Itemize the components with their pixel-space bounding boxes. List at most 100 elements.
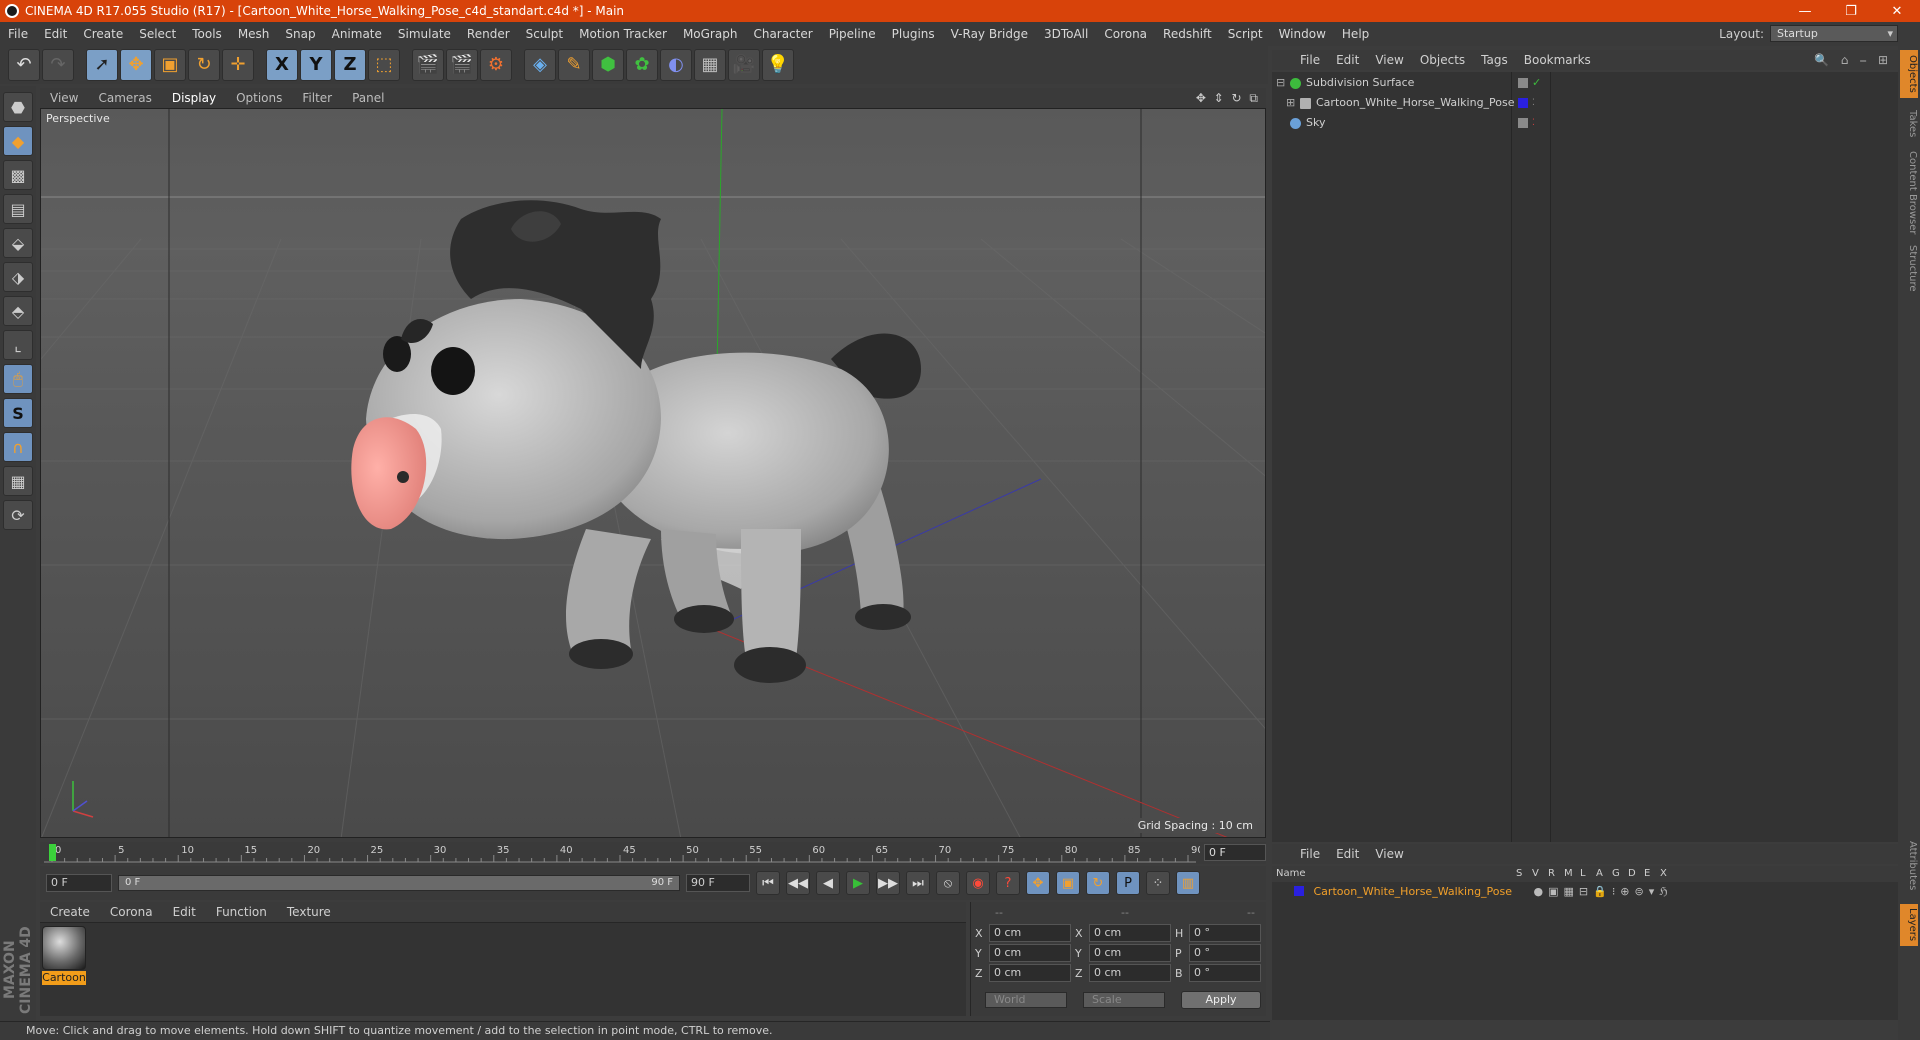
rotation-h-field[interactable]: 0 °: [1189, 924, 1261, 942]
tab-layers[interactable]: Layers: [1900, 904, 1918, 946]
menu-corona[interactable]: Corona: [1096, 27, 1155, 41]
layer-col-view[interactable]: V: [1532, 868, 1539, 879]
layer-col-generators[interactable]: G: [1612, 868, 1620, 879]
layer-col-xref[interactable]: X: [1660, 868, 1667, 879]
play-icon[interactable]: ▶: [846, 871, 870, 895]
select-icon[interactable]: ➚: [86, 49, 118, 81]
viewport-menu-options[interactable]: Options: [226, 91, 292, 105]
visibility-toggle[interactable]: [1518, 118, 1528, 128]
menu-window[interactable]: Window: [1271, 27, 1334, 41]
previous-key-icon[interactable]: ◀◀: [786, 871, 810, 895]
restore-button[interactable]: ❐: [1828, 0, 1874, 22]
timeline-playhead[interactable]: [49, 844, 56, 861]
redo-icon[interactable]: ↷: [42, 49, 74, 81]
layer-col-locked[interactable]: L: [1580, 868, 1586, 879]
visibility-toggle[interactable]: [1518, 78, 1528, 88]
undo-icon[interactable]: ↶: [8, 49, 40, 81]
menu-tools[interactable]: Tools: [184, 27, 230, 41]
lm-menu-view[interactable]: View: [1367, 847, 1411, 861]
material-menu-create[interactable]: Create: [40, 905, 100, 919]
viewport-menu-filter[interactable]: Filter: [292, 91, 342, 105]
object-row[interactable]: Sky ⁚: [1272, 114, 1898, 132]
points-mode-icon[interactable]: ⬙: [3, 228, 33, 258]
tab-content-browser[interactable]: Content Browser: [1900, 150, 1918, 236]
lock-workplane-icon[interactable]: ⟳: [3, 500, 33, 530]
menu-select[interactable]: Select: [131, 27, 184, 41]
rotate-icon[interactable]: ↻: [188, 49, 220, 81]
polygons-mode-icon[interactable]: ⬘: [3, 296, 33, 326]
axis-mode-icon[interactable]: ⌞: [3, 330, 33, 360]
tab-attributes[interactable]: Attributes: [1900, 836, 1918, 896]
position-x-field[interactable]: 0 cm: [989, 924, 1071, 942]
render-view-icon[interactable]: 🎬: [412, 49, 444, 81]
position-y-field[interactable]: 0 cm: [989, 944, 1071, 962]
enabled-check-icon[interactable]: ✓: [1532, 74, 1541, 92]
layer-color-swatch[interactable]: [1518, 98, 1528, 108]
light-icon[interactable]: 💡: [762, 49, 794, 81]
next-frame-icon[interactable]: ▶▶: [876, 871, 900, 895]
viewport-camera-label[interactable]: Perspective: [46, 112, 110, 125]
apply-button[interactable]: Apply: [1181, 991, 1261, 1009]
menu-3dtoall[interactable]: 3DToAll: [1036, 27, 1096, 41]
menu-redshift[interactable]: Redshift: [1155, 27, 1220, 41]
layer-col-manager[interactable]: M: [1564, 868, 1573, 879]
viewport-menu-view[interactable]: View: [40, 91, 88, 105]
current-frame-field[interactable]: 0 F: [1204, 844, 1266, 861]
menu-simulate[interactable]: Simulate: [390, 27, 459, 41]
lm-menu-file[interactable]: File: [1292, 847, 1328, 861]
menu-vray-bridge[interactable]: V-Ray Bridge: [943, 27, 1036, 41]
collapse-icon[interactable]: ⊟: [1276, 74, 1285, 92]
pen-icon[interactable]: ✎: [558, 49, 590, 81]
material-menu-edit[interactable]: Edit: [163, 905, 206, 919]
menu-motion-tracker[interactable]: Motion Tracker: [571, 27, 675, 41]
subdivision-icon[interactable]: ⬢: [592, 49, 624, 81]
menu-sculpt[interactable]: Sculpt: [518, 27, 571, 41]
visibility-dots-icon[interactable]: ⁚: [1532, 114, 1535, 132]
layer-name[interactable]: Cartoon_White_Horse_Walking_Pose: [1314, 885, 1513, 898]
timeline[interactable]: 051015202530354045505560657075808590 0 F: [40, 842, 1266, 864]
menu-animate[interactable]: Animate: [324, 27, 390, 41]
render-picture-viewer-icon[interactable]: 🎬: [446, 49, 478, 81]
menu-snap[interactable]: Snap: [277, 27, 323, 41]
key-rotation-icon[interactable]: ↻: [1086, 871, 1110, 895]
deformer-icon[interactable]: ◐: [660, 49, 692, 81]
timeline-ruler[interactable]: 051015202530354045505560657075808590: [40, 842, 1204, 864]
coordinate-system-icon[interactable]: ⬚: [368, 49, 400, 81]
key-position-icon[interactable]: ✥: [1026, 871, 1050, 895]
om-menu-bookmarks[interactable]: Bookmarks: [1516, 53, 1599, 67]
menu-pipeline[interactable]: Pipeline: [821, 27, 884, 41]
key-pla-icon[interactable]: ⁘: [1146, 871, 1170, 895]
record-icon[interactable]: ◉: [966, 871, 990, 895]
object-row[interactable]: ⊞ Cartoon_White_Horse_Walking_Pose ⁚: [1272, 94, 1898, 112]
previous-frame-icon[interactable]: ◀: [816, 871, 840, 895]
magnet-icon[interactable]: ∩: [3, 432, 33, 462]
layer-col-render[interactable]: R: [1548, 868, 1555, 879]
coordinate-mode-select[interactable]: World: [985, 992, 1067, 1008]
close-button[interactable]: ✕: [1874, 0, 1920, 22]
expand-icon[interactable]: ⊞: [1286, 94, 1295, 112]
layer-color-swatch[interactable]: [1294, 886, 1304, 896]
visibility-dots-icon[interactable]: ⁚: [1532, 94, 1535, 112]
lm-menu-edit[interactable]: Edit: [1328, 847, 1367, 861]
om-menu-edit[interactable]: Edit: [1328, 53, 1367, 67]
layer-col-solo[interactable]: S: [1516, 868, 1522, 879]
tweak-mode-icon[interactable]: 🖱: [3, 364, 33, 394]
rotation-p-field[interactable]: 0 °: [1189, 944, 1261, 962]
keyframe-selection-icon[interactable]: ⦸: [936, 871, 960, 895]
frame-range-slider[interactable]: 0 F 90 F: [118, 875, 680, 891]
edges-mode-icon[interactable]: ⬗: [3, 262, 33, 292]
size-mode-select[interactable]: Scale: [1083, 992, 1165, 1008]
layout-select[interactable]: Startup: [1770, 25, 1898, 42]
floor-icon[interactable]: ▦: [694, 49, 726, 81]
tab-objects[interactable]: Objects: [1900, 50, 1918, 98]
layer-col-name[interactable]: Name: [1276, 868, 1306, 879]
z-axis-icon[interactable]: Z: [334, 49, 366, 81]
y-axis-icon[interactable]: Y: [300, 49, 332, 81]
timeline-window-icon[interactable]: ▥: [1176, 871, 1200, 895]
menu-help[interactable]: Help: [1334, 27, 1377, 41]
start-frame-field[interactable]: 0 F: [46, 874, 112, 892]
om-menu-objects[interactable]: Objects: [1412, 53, 1473, 67]
om-menu-view[interactable]: View: [1367, 53, 1411, 67]
viewport-menu-cameras[interactable]: Cameras: [88, 91, 161, 105]
autokey-icon[interactable]: ?: [996, 871, 1020, 895]
